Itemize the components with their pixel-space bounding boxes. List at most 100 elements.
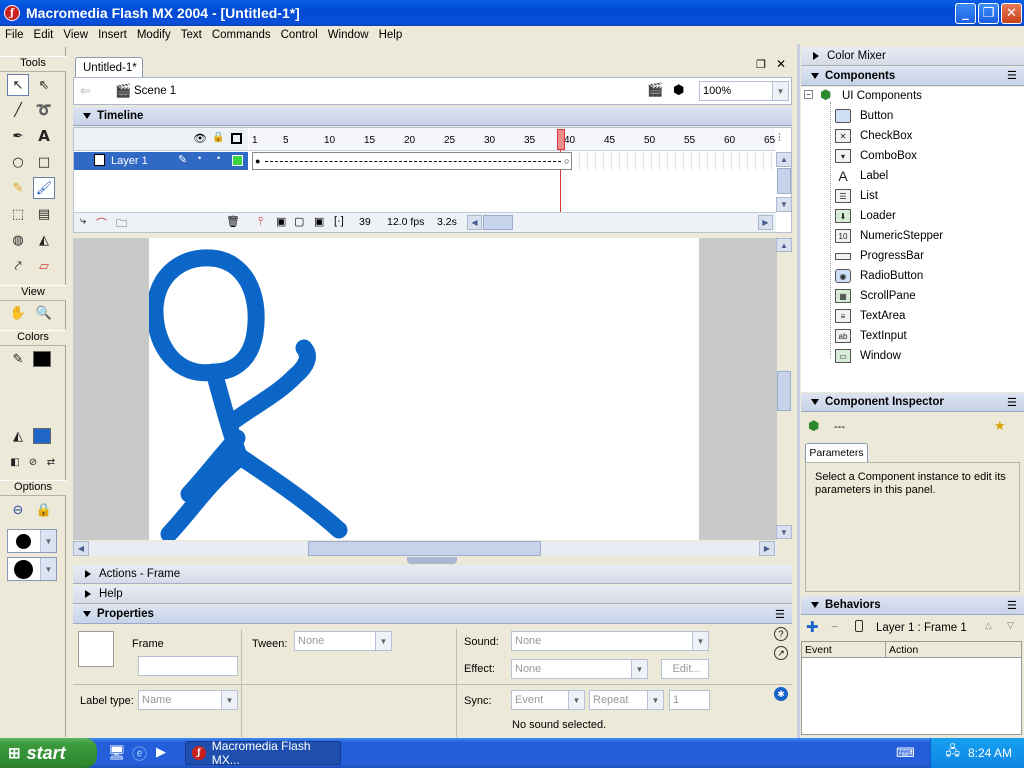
sync-count-input[interactable]: 1 xyxy=(669,690,710,710)
panel-collapse-handle[interactable] xyxy=(407,557,457,564)
pencil-tool-icon[interactable]: ✎ xyxy=(7,177,29,199)
layer-1-frames[interactable]: ● ○ xyxy=(252,152,572,170)
layer-lock-dot-icon[interactable]: • xyxy=(217,153,220,163)
ui-components-label[interactable]: UI Components xyxy=(842,90,922,102)
brush-shape-dropdown[interactable]: ▼ xyxy=(7,557,57,581)
component-button[interactable]: Button xyxy=(835,106,893,126)
scene-label[interactable]: Scene 1 xyxy=(134,85,176,97)
stick-figure-drawing[interactable] xyxy=(149,238,699,540)
component-list[interactable]: ☰ List xyxy=(835,186,878,206)
doc-close-icon[interactable]: ✕ xyxy=(776,57,786,71)
event-column-header[interactable]: Event xyxy=(802,642,886,658)
actions-panel-header[interactable]: Actions - Frame xyxy=(73,565,792,584)
insert-folder-icon[interactable]: 🗀 xyxy=(116,215,127,234)
stage-scroll-down[interactable]: ▼ xyxy=(776,525,792,539)
playhead[interactable] xyxy=(557,129,565,150)
tree-collapse-icon[interactable]: − xyxy=(804,90,813,99)
stage-scroll-up[interactable]: ▲ xyxy=(776,238,792,252)
delete-layer-icon[interactable]: 🗑 xyxy=(226,215,240,228)
component-textarea[interactable]: ≡ TextArea xyxy=(835,306,905,326)
eyedropper-tool-icon[interactable]: ⤤ xyxy=(7,255,29,277)
edit-scene-icon[interactable]: 🎬 xyxy=(647,82,663,98)
behaviors-menu-icon[interactable]: ☰ xyxy=(1007,599,1017,612)
lasso-tool-icon[interactable]: ➰ xyxy=(33,99,55,121)
menu-edit[interactable]: Edit xyxy=(29,29,59,41)
components-menu-icon[interactable]: ☰ xyxy=(1007,69,1017,82)
minimize-button[interactable]: _ xyxy=(955,3,976,24)
accessibility-icon[interactable]: ✱ xyxy=(774,687,788,701)
paint-bucket-tool-icon[interactable]: ◭ xyxy=(33,229,55,251)
keyboard-tray-icon[interactable]: ⌨ xyxy=(896,745,915,761)
stage-scroll-left[interactable]: ◀ xyxy=(73,541,89,556)
brush-mode-icon[interactable]: ⊖ xyxy=(7,499,29,521)
star-icon[interactable]: ★ xyxy=(994,418,1006,434)
media-player-icon[interactable]: ▶ xyxy=(156,744,166,760)
timeline-scroll-right[interactable]: ▶ xyxy=(758,215,773,230)
component-label[interactable]: A Label xyxy=(835,166,888,186)
back-arrow-icon[interactable]: ⇐ xyxy=(80,83,91,99)
doc-restore-icon[interactable]: ❐ xyxy=(756,58,766,71)
close-button[interactable]: ✕ xyxy=(1001,3,1022,24)
network-tray-icon[interactable]: 🖧 xyxy=(945,742,960,764)
properties-panel-header[interactable]: Properties xyxy=(73,605,792,624)
zoom-tool-icon[interactable]: 🔍 xyxy=(33,302,55,324)
lock-fill-icon[interactable]: 🔒 xyxy=(33,499,55,521)
component-checkbox[interactable]: ✕ CheckBox xyxy=(835,126,912,146)
layer-outline-color-icon[interactable] xyxy=(232,155,243,166)
remove-behavior-icon[interactable]: − xyxy=(831,619,839,634)
flash-app-icon[interactable]: ƒ xyxy=(4,5,20,21)
frame-rate[interactable]: 12.0 fps xyxy=(387,216,424,228)
component-radiobutton[interactable]: ◉ RadioButton xyxy=(835,266,923,286)
timeline-menu-icon[interactable]: ⫶ xyxy=(778,133,781,144)
menu-file[interactable]: File xyxy=(0,29,29,41)
parameters-tab[interactable]: Parameters xyxy=(805,443,868,462)
onion-outlines-icon[interactable]: ▢ xyxy=(294,215,304,228)
panel-splitter[interactable] xyxy=(797,44,800,738)
lock-icon[interactable]: 🔒 xyxy=(212,132,224,143)
rectangle-tool-icon[interactable]: □ xyxy=(33,151,55,173)
effect-dropdown[interactable]: None ▼ xyxy=(511,659,648,679)
menu-window[interactable]: Window xyxy=(323,29,374,41)
fill-transform-tool-icon[interactable]: ▤ xyxy=(33,203,55,225)
timeline-scroll-down[interactable]: ▼ xyxy=(776,197,792,212)
oval-tool-icon[interactable]: ○ xyxy=(7,151,29,173)
fill-color-swatch[interactable] xyxy=(33,428,51,444)
sound-dropdown[interactable]: None ▼ xyxy=(511,631,709,651)
label-type-dropdown[interactable]: Name ▼ xyxy=(138,690,238,710)
components-header[interactable]: Components xyxy=(801,67,1024,86)
sync-event-dropdown[interactable]: Event ▼ xyxy=(511,690,585,710)
brush-tool-icon[interactable]: 🖌 xyxy=(33,177,55,199)
outline-icon[interactable] xyxy=(231,133,242,144)
menu-commands[interactable]: Commands xyxy=(207,29,276,41)
swap-colors-icon[interactable]: ⇄ xyxy=(40,451,62,473)
clock[interactable]: 8:24 AM xyxy=(968,746,1012,760)
timeline-header[interactable]: Timeline xyxy=(73,107,792,126)
frame-name-input[interactable] xyxy=(138,656,238,676)
document-tab[interactable]: Untitled-1* xyxy=(75,57,143,77)
arrow-tool-icon[interactable]: ↖ xyxy=(7,74,29,96)
edit-sound-button[interactable]: Edit... xyxy=(661,659,709,679)
edit-multiple-frames-icon[interactable]: ▣ xyxy=(314,215,324,228)
action-column-header[interactable]: Action xyxy=(886,642,1021,658)
free-transform-tool-icon[interactable]: ⬚ xyxy=(7,203,29,225)
component-scrollpane[interactable]: ▦ ScrollPane xyxy=(835,286,916,306)
pen-tool-icon[interactable]: ✒ xyxy=(7,125,29,147)
menu-modify[interactable]: Modify xyxy=(132,29,176,41)
component-textinput[interactable]: ab TextInput xyxy=(835,326,907,346)
stage-vscroll-thumb[interactable] xyxy=(777,371,791,411)
add-motion-guide-icon[interactable]: ⌒ xyxy=(96,215,107,231)
stage-scroll-right[interactable]: ▶ xyxy=(759,541,775,556)
help-panel-header[interactable]: Help xyxy=(73,585,792,604)
timeline-hscroll-thumb[interactable] xyxy=(483,215,513,230)
move-up-icon[interactable]: △ xyxy=(985,620,992,631)
hand-tool-icon[interactable]: ✋ xyxy=(7,302,29,324)
menu-text[interactable]: Text xyxy=(176,29,207,41)
taskbar-flash-task[interactable]: ƒ Macromedia Flash MX... xyxy=(185,739,341,767)
component-inspector-header[interactable]: Component Inspector xyxy=(801,393,1024,412)
timeline-scroll-left[interactable]: ◀ xyxy=(467,215,482,230)
menu-control[interactable]: Control xyxy=(276,29,323,41)
component-numericstepper[interactable]: 10 NumericStepper xyxy=(835,226,943,246)
edit-symbols-icon[interactable]: ⬢ xyxy=(673,82,684,98)
menu-insert[interactable]: Insert xyxy=(93,29,132,41)
line-tool-icon[interactable]: ╱ xyxy=(7,99,29,121)
